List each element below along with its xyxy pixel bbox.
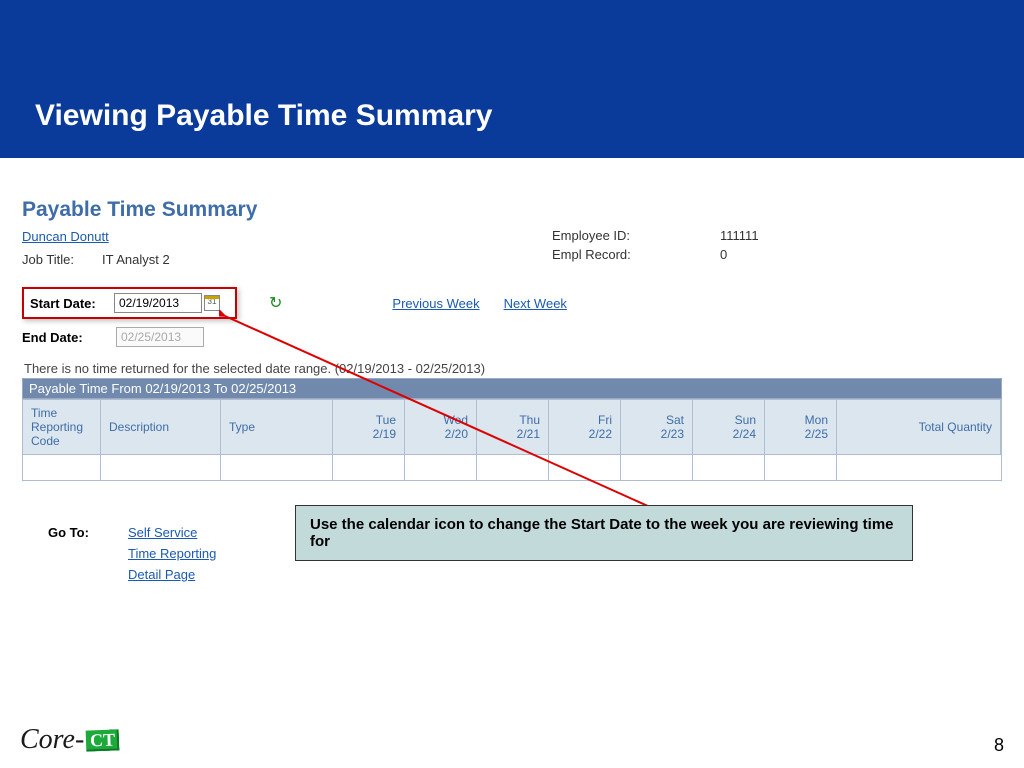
payable-time-body-row [22, 455, 1002, 481]
goto-label: Go To: [48, 525, 128, 588]
end-date-row: End Date: [22, 327, 1002, 347]
previous-week-link[interactable]: Previous Week [392, 296, 479, 311]
col-total-quantity: Total Quantity [837, 400, 1001, 454]
slide-title: Viewing Payable Time Summary [35, 99, 492, 133]
start-date-label: Start Date: [30, 296, 114, 311]
col-wed: Wed2/20 [405, 400, 477, 454]
empl-record-label: Empl Record: [552, 247, 702, 262]
goto-time-reporting[interactable]: Time Reporting [128, 546, 216, 561]
payable-time-header-row: Time Reporting Code Description Type Tue… [22, 399, 1002, 455]
goto-self-service[interactable]: Self Service [128, 525, 216, 540]
col-mon: Mon2/25 [765, 400, 837, 454]
col-trc: Time Reporting Code [23, 400, 101, 454]
empl-record-value: 0 [720, 247, 840, 262]
page-title: Payable Time Summary [22, 198, 1002, 222]
col-tue: Tue2/19 [333, 400, 405, 454]
calendar-icon[interactable]: 31 [204, 295, 220, 311]
refresh-icon[interactable]: ↻ [269, 293, 282, 313]
end-date-input [116, 327, 204, 347]
goto-detail-page[interactable]: Detail Page [128, 567, 216, 582]
start-date-highlight-box: Start Date: 31 [22, 287, 237, 319]
end-date-label: End Date: [22, 330, 116, 345]
core-ct-logo: Core- CT [20, 724, 119, 756]
ct-badge: CT [86, 729, 120, 751]
col-thu: Thu2/21 [477, 400, 549, 454]
start-date-row: Start Date: 31 ↻ Previous Week Next Week [22, 287, 1002, 319]
col-sun: Sun2/24 [693, 400, 765, 454]
no-time-notice: There is no time returned for the select… [24, 361, 1002, 376]
col-sat: Sat2/23 [621, 400, 693, 454]
footer: Core- CT 8 [20, 724, 1004, 756]
slide-header: Viewing Payable Time Summary [0, 0, 1024, 158]
col-type: Type [221, 400, 333, 454]
job-title-label: Job Title: [22, 252, 102, 267]
emp-id-label: Employee ID: [552, 228, 702, 243]
page-number: 8 [994, 735, 1004, 756]
user-name-link[interactable]: Duncan Donutt [22, 229, 109, 245]
table-title-bar: Payable Time From 02/19/2013 To 02/25/20… [22, 378, 1002, 399]
col-fri: Fri2/22 [549, 400, 621, 454]
start-date-input[interactable] [114, 293, 202, 313]
job-title-value: IT Analyst 2 [102, 252, 402, 267]
col-description: Description [101, 400, 221, 454]
next-week-link[interactable]: Next Week [504, 296, 567, 311]
emp-id-value: 111111 [720, 228, 840, 243]
instruction-callout: Use the calendar icon to change the Star… [295, 505, 913, 561]
